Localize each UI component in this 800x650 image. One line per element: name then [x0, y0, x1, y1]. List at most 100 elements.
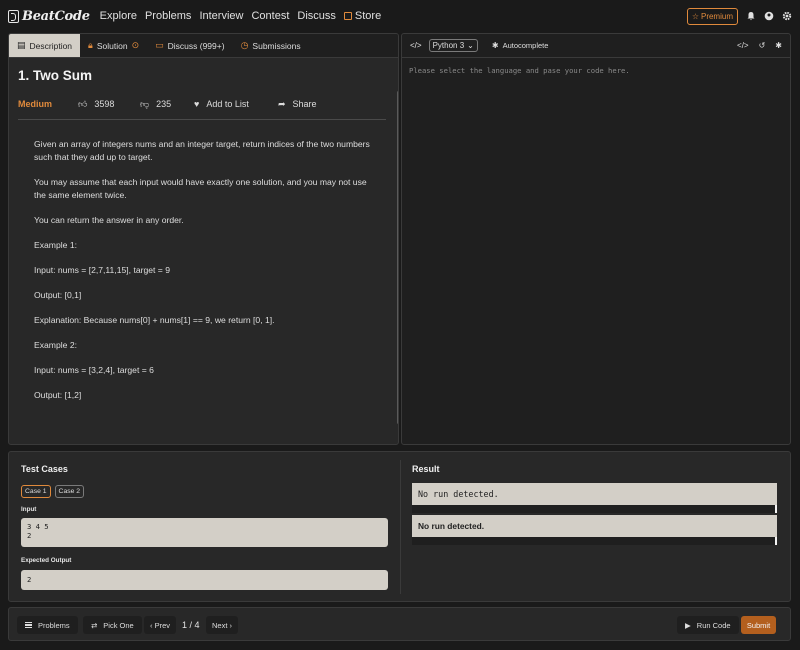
bell-icon[interactable]: [746, 11, 756, 21]
tab-description-label: Description: [29, 40, 73, 51]
brand-name: BeatCode: [22, 8, 90, 24]
prev-button[interactable]: ‹ Prev: [144, 616, 177, 634]
premium-button[interactable]: ☆ Premium: [686, 7, 738, 25]
submit-button[interactable]: Submit: [741, 616, 776, 634]
top-nav: BeatCode Explore Problems Interview Cont…: [0, 0, 800, 32]
play-circle-icon: ⊙: [131, 40, 140, 50]
pick-one-label: Pick One: [103, 620, 134, 630]
description-scrollbar[interactable]: [397, 91, 398, 424]
heart-icon: ♥: [194, 99, 200, 109]
result-output-footer: [412, 505, 777, 513]
premium-label: Premium: [700, 11, 733, 21]
editor-settings-icon[interactable]: ✱: [775, 41, 782, 50]
resize-handle[interactable]: [775, 537, 777, 545]
reset-icon[interactable]: ↺: [759, 41, 766, 50]
footer-bar: Problems ⇄ Pick One ‹ Prev 1 / 4 Next › …: [8, 607, 791, 641]
description-paragraph: Given an array of integers nums and an i…: [34, 139, 370, 162]
result-status-footer: [412, 537, 777, 545]
description-paragraph: You may assume that each input would hav…: [34, 177, 367, 200]
language-select[interactable]: Python 3 ⌄: [428, 39, 478, 52]
nav-right: ☆ Premium: [686, 7, 792, 25]
problems-button[interactable]: Problems: [17, 616, 78, 634]
example-input: Input: nums = [2,7,11,15], target = 9: [34, 265, 170, 275]
difficulty-badge: Medium: [18, 99, 53, 109]
dislike-count: 235: [156, 99, 172, 109]
autocomplete-toggle[interactable]: ✱ Autocomplete: [492, 41, 549, 50]
input-label: Input: [21, 506, 37, 513]
add-to-list-label: Add to List: [206, 99, 249, 109]
chat-icon: ▭: [155, 40, 164, 50]
editor-toolbar: </> Python 3 ⌄ ✱ Autocomplete </> ↺ ✱: [402, 34, 790, 58]
description-paragraph: You can return the answer in any order.: [34, 215, 184, 225]
share-icon: ➦: [278, 98, 286, 109]
format-code-icon[interactable]: </>: [737, 41, 749, 50]
problem-pane: ▤ Description 🔒︎ Solution ⊙ ▭ Discuss (9…: [8, 33, 399, 445]
problem-tabs: ▤ Description 🔒︎ Solution ⊙ ▭ Discuss (9…: [9, 34, 398, 58]
history-icon: ◷: [240, 40, 249, 50]
example-heading: Example 2:: [34, 340, 77, 350]
example-heading: Example 1:: [34, 240, 77, 250]
expected-output-field[interactable]: 2: [21, 570, 388, 590]
nav-link-discuss[interactable]: Discuss: [297, 10, 336, 22]
play-icon: ▶: [685, 620, 691, 630]
resize-handle[interactable]: [775, 505, 777, 513]
console-divider: [400, 460, 401, 594]
gear-icon: ✱: [491, 41, 499, 50]
case-tab-2[interactable]: Case 2: [54, 485, 85, 498]
result-output: No run detected.: [412, 483, 777, 505]
dislike-button[interactable]: 👎︎ 235: [140, 99, 194, 110]
example-output: Output: [0,1]: [34, 290, 82, 300]
expected-output-label: Expected Output: [21, 557, 72, 564]
language-value: Python 3: [432, 41, 465, 50]
logo-icon: [8, 9, 19, 23]
add-to-list-button[interactable]: ♥ Add to List: [194, 99, 278, 109]
problem-title: 1. Two Sum: [18, 68, 93, 83]
case-tab-1[interactable]: Case 1: [21, 485, 51, 498]
nav-link-contest[interactable]: Contest: [251, 10, 289, 22]
brand-logo[interactable]: BeatCode: [8, 9, 90, 24]
document-icon: ▤: [17, 40, 26, 50]
input-field[interactable]: 3 4 5 2: [21, 518, 388, 547]
case-tabs: Case 1 Case 2: [21, 485, 85, 498]
nav-link-interview[interactable]: Interview: [199, 10, 243, 22]
problems-label: Problems: [38, 620, 70, 630]
like-button[interactable]: 👍︎ 3598: [78, 99, 140, 110]
shuffle-icon: ⇄: [91, 620, 98, 630]
store-icon: [343, 12, 352, 20]
like-count: 3598: [94, 99, 115, 109]
example-input: Input: nums = [3,2,4], target = 6: [34, 365, 154, 375]
page-indicator: 1 / 4: [182, 620, 200, 630]
thumbs-down-icon: 👎︎: [140, 98, 150, 109]
list-icon: [25, 622, 32, 628]
nav-links: Explore Problems Interview Contest Discu…: [100, 10, 382, 22]
tab-discuss-label: Discuss (999+): [167, 40, 225, 51]
tab-submissions[interactable]: ◷ Submissions: [233, 34, 309, 57]
tab-solution[interactable]: 🔒︎ Solution ⊙: [80, 34, 147, 57]
editor-actions: </> ↺ ✱: [737, 41, 782, 50]
nav-link-problems[interactable]: Problems: [145, 10, 191, 22]
run-code-button[interactable]: ▶ Run Code: [677, 616, 739, 634]
tab-submissions-label: Submissions: [252, 40, 301, 51]
example-explanation: Explanation: Because nums[0] + nums[1] =…: [34, 315, 275, 325]
editor-pane: </> Python 3 ⌄ ✱ Autocomplete </> ↺ ✱ Pl…: [401, 33, 791, 445]
nav-link-explore[interactable]: Explore: [100, 10, 137, 22]
code-editor[interactable]: Please select the language and pase your…: [402, 58, 790, 83]
share-button[interactable]: ➦ Share: [278, 99, 317, 110]
thumbs-up-icon: 👍︎: [78, 98, 88, 109]
editor-placeholder: Please select the language and pase your…: [409, 66, 630, 75]
chevron-down-icon: ⌄: [467, 41, 474, 50]
next-button[interactable]: Next ›: [206, 616, 239, 634]
tab-discuss[interactable]: ▭ Discuss (999+): [147, 34, 232, 57]
settings-icon[interactable]: [782, 11, 792, 21]
result-title: Result: [412, 464, 440, 474]
user-icon[interactable]: [764, 11, 774, 21]
run-code-label: Run Code: [696, 620, 731, 630]
pick-one-button[interactable]: ⇄ Pick One: [83, 616, 142, 634]
nav-link-store[interactable]: Store: [343, 10, 381, 22]
problem-description: Given an array of integers nums and an i…: [9, 120, 398, 402]
console-panel: Test Cases Case 1 Case 2 Input 3 4 5 2 E…: [8, 451, 791, 602]
share-label: Share: [292, 99, 317, 109]
star-icon: ☆: [691, 11, 699, 21]
tab-solution-label: Solution: [96, 40, 128, 51]
tab-description[interactable]: ▤ Description: [9, 34, 81, 57]
